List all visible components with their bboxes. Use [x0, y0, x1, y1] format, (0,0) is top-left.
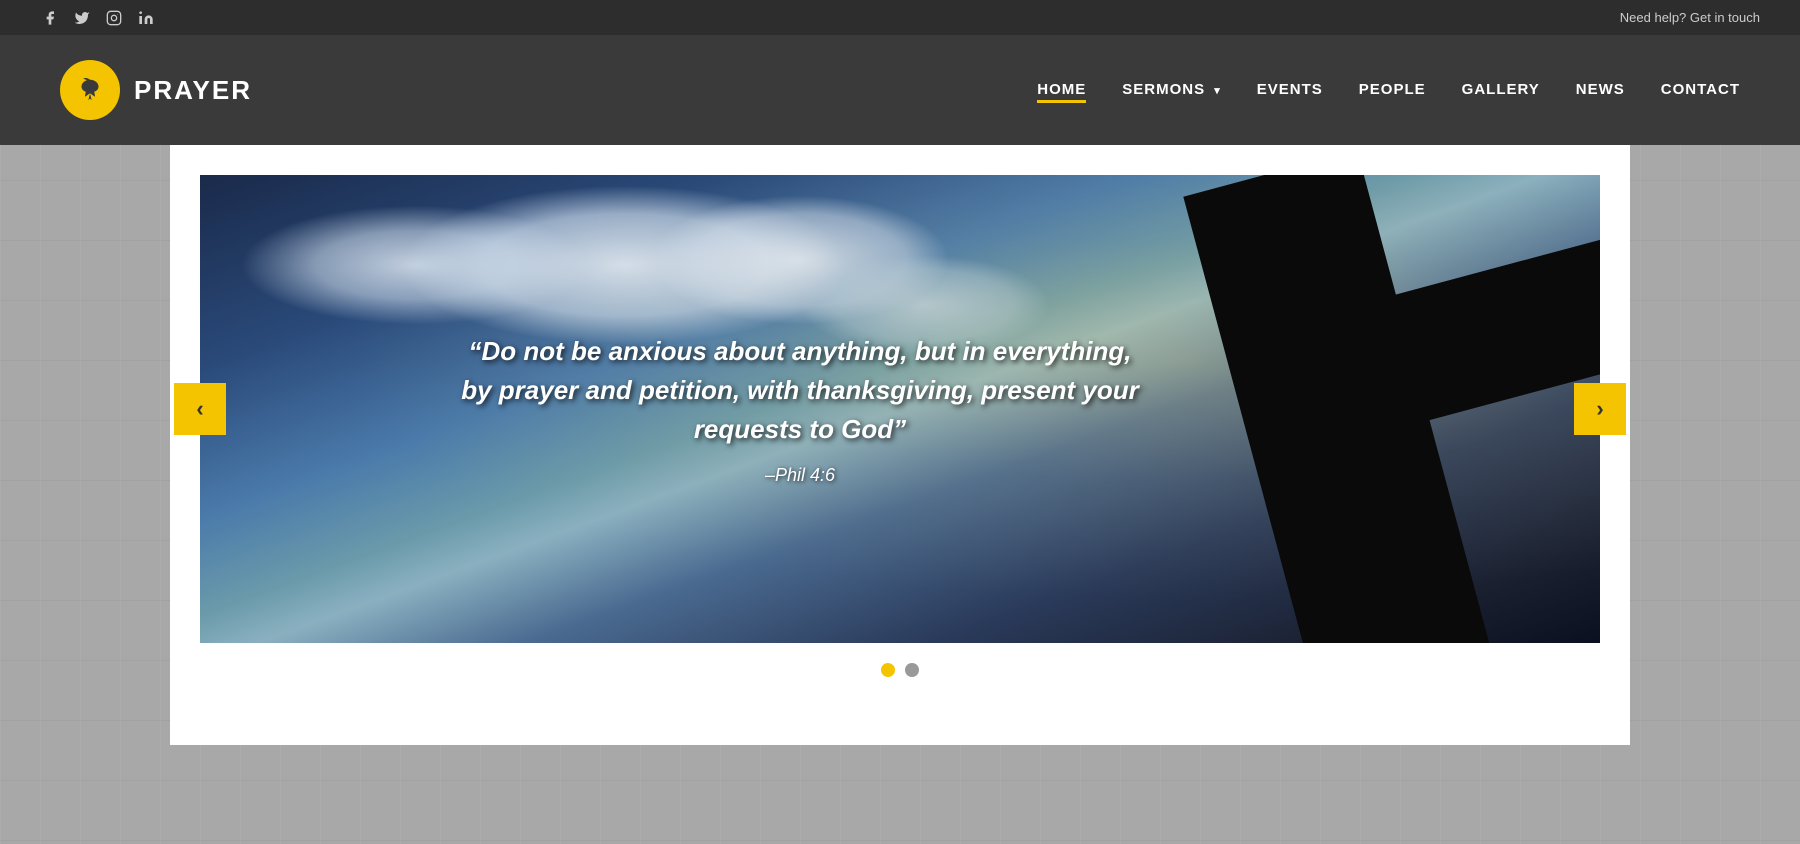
- slider-prev-button[interactable]: ‹: [174, 383, 226, 435]
- cross-silhouette: [1100, 175, 1600, 643]
- linkedin-icon[interactable]: [136, 8, 156, 28]
- sermons-dropdown-arrow: ▾: [1214, 85, 1221, 97]
- main-nav: HOME SERMONS ▾ EVENTS PEOPLE GALLERY NEW…: [1037, 81, 1740, 99]
- nav-item-gallery[interactable]: GALLERY: [1462, 81, 1540, 99]
- prev-arrow-icon: ‹: [196, 396, 203, 422]
- slider-container: “Do not be anxious about anything, but i…: [200, 175, 1600, 643]
- nav-item-news[interactable]: NEWS: [1576, 81, 1625, 99]
- slider-wrapper: “Do not be anxious about anything, but i…: [200, 175, 1600, 643]
- help-text: Need help? Get in touch: [1620, 10, 1760, 25]
- slider-dot-1[interactable]: [881, 663, 895, 677]
- slide-reference: –Phil 4:6: [460, 465, 1140, 486]
- nav-link-news[interactable]: NEWS: [1576, 81, 1625, 104]
- slider-next-button[interactable]: ›: [1574, 383, 1626, 435]
- slide-1: “Do not be anxious about anything, but i…: [200, 175, 1600, 643]
- slide-content: “Do not be anxious about anything, but i…: [440, 312, 1160, 506]
- nav-item-home[interactable]: HOME: [1037, 81, 1086, 99]
- slider-dot-2[interactable]: [905, 663, 919, 677]
- nav-item-sermons[interactable]: SERMONS ▾: [1122, 81, 1221, 99]
- nav-link-contact[interactable]: CONTACT: [1661, 81, 1740, 104]
- nav-item-contact[interactable]: CONTACT: [1661, 81, 1740, 99]
- nav-link-events[interactable]: EVENTS: [1257, 81, 1323, 104]
- twitter-icon[interactable]: [72, 8, 92, 28]
- nav-link-sermons[interactable]: SERMONS ▾: [1122, 81, 1221, 104]
- instagram-icon[interactable]: [104, 8, 124, 28]
- slider-dots: [200, 663, 1600, 677]
- content-area: “Do not be anxious about anything, but i…: [170, 145, 1630, 745]
- facebook-icon[interactable]: [40, 8, 60, 28]
- social-icons-group: [40, 8, 156, 28]
- nav-link-gallery[interactable]: GALLERY: [1462, 81, 1540, 104]
- nav-item-events[interactable]: EVENTS: [1257, 81, 1323, 99]
- nav-link-people[interactable]: PEOPLE: [1359, 81, 1426, 104]
- main-header: PRAYER HOME SERMONS ▾ EVENTS PEOPLE GALL…: [0, 35, 1800, 145]
- slide-quote: “Do not be anxious about anything, but i…: [460, 332, 1140, 449]
- logo-text: PRAYER: [134, 75, 252, 106]
- logo-area[interactable]: PRAYER: [60, 60, 252, 120]
- nav-link-home[interactable]: HOME: [1037, 81, 1086, 104]
- top-bar: Need help? Get in touch: [0, 0, 1800, 35]
- logo-circle: [60, 60, 120, 120]
- next-arrow-icon: ›: [1596, 396, 1603, 422]
- nav-item-people[interactable]: PEOPLE: [1359, 81, 1426, 99]
